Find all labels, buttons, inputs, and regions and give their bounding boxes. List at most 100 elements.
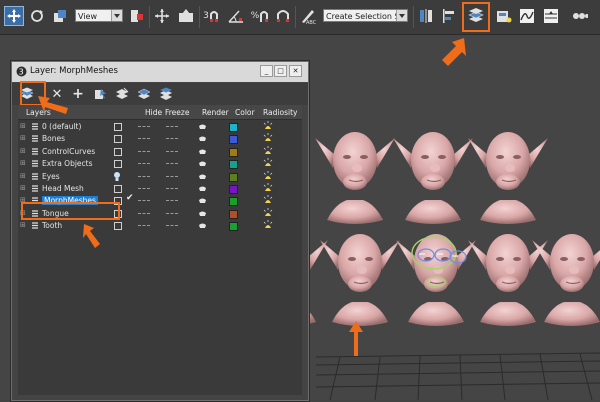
expand-toggle-icon[interactable]: ⊞ bbox=[20, 147, 27, 155]
hide-checkbox[interactable] bbox=[114, 185, 122, 193]
expand-toggle-icon[interactable]: ⊞ bbox=[20, 172, 27, 180]
render-teapot-icon[interactable] bbox=[198, 222, 207, 229]
layer-row[interactable]: ⊞ Eyes bbox=[18, 170, 302, 183]
layer-row[interactable]: ⊞ Tooth bbox=[18, 220, 302, 232]
radiosity-icon[interactable] bbox=[263, 170, 273, 181]
radiosity-icon[interactable] bbox=[263, 145, 273, 156]
render-teapot-icon[interactable] bbox=[198, 135, 207, 142]
hide-checkbox[interactable] bbox=[114, 123, 122, 131]
maximize-button[interactable]: □ bbox=[274, 65, 287, 77]
morph-head-3[interactable] bbox=[467, 131, 549, 225]
percent-snap-toggle-icon[interactable]: % bbox=[250, 6, 270, 26]
layer-name[interactable]: Bones bbox=[42, 134, 65, 143]
column-freeze[interactable]: Freeze bbox=[165, 108, 189, 117]
radiosity-icon[interactable] bbox=[263, 158, 273, 168]
column-render[interactable]: Render bbox=[202, 108, 229, 117]
layer-color-swatch[interactable] bbox=[229, 197, 238, 207]
layer-color-swatch[interactable] bbox=[229, 185, 238, 194]
hide-unhide-all-layers-icon[interactable] bbox=[136, 86, 152, 102]
column-radiosity[interactable]: Radiosity bbox=[263, 108, 297, 117]
layer-color-swatch[interactable] bbox=[229, 135, 238, 145]
freeze-toggle[interactable] bbox=[138, 163, 150, 165]
freeze-toggle[interactable] bbox=[138, 126, 150, 128]
minimize-button[interactable]: _ bbox=[260, 65, 273, 77]
layer-color-swatch[interactable] bbox=[229, 147, 238, 157]
render-teapot-icon[interactable] bbox=[198, 160, 207, 167]
layer-name[interactable]: Tooth bbox=[42, 221, 62, 230]
edit-named-selection-icon[interactable]: ABC bbox=[298, 6, 318, 26]
render-teapot-icon[interactable] bbox=[198, 173, 207, 180]
layer-name[interactable]: Extra Objects bbox=[42, 159, 93, 168]
render-teapot-icon[interactable] bbox=[198, 148, 207, 155]
expand-toggle-icon[interactable]: ⊞ bbox=[20, 222, 27, 229]
column-color[interactable]: Color bbox=[235, 108, 255, 117]
radiosity-icon[interactable] bbox=[263, 207, 273, 218]
expand-toggle-icon[interactable]: ⊞ bbox=[20, 185, 27, 192]
layer-row[interactable]: ⊞ ControlCurves bbox=[18, 145, 302, 158]
hide-checkbox[interactable] bbox=[114, 135, 122, 144]
radiosity-icon[interactable] bbox=[263, 121, 273, 131]
snaps-toggle-icon[interactable]: 3 bbox=[201, 6, 221, 26]
morph-head-1[interactable] bbox=[314, 131, 396, 225]
hide-checkbox[interactable] bbox=[114, 222, 122, 231]
render-teapot-icon[interactable] bbox=[198, 185, 207, 192]
layer-name[interactable]: Head Mesh bbox=[42, 184, 84, 193]
freeze-toggle[interactable] bbox=[138, 212, 150, 215]
pivot-center-icon[interactable] bbox=[127, 6, 147, 26]
layer-row[interactable]: ⊞ Bones bbox=[18, 133, 302, 145]
highlight-selected-layer-icon[interactable] bbox=[114, 86, 130, 102]
mirror-icon[interactable] bbox=[416, 6, 436, 26]
reference-coordinate-select[interactable]: View bbox=[75, 9, 123, 22]
freeze-unfreeze-all-layers-icon[interactable] bbox=[158, 86, 174, 102]
column-hide[interactable]: Hide bbox=[145, 108, 162, 117]
select-and-move-icon[interactable] bbox=[4, 6, 24, 26]
hide-checkbox[interactable] bbox=[114, 147, 122, 156]
freeze-toggle[interactable] bbox=[138, 200, 150, 202]
layer-list[interactable]: Layers Hide Freeze Render Color Radiosit… bbox=[18, 105, 302, 395]
dialog-titlebar[interactable]: 3 Layer: MorphMeshes _ □ ✕ bbox=[12, 62, 308, 82]
graphite-ribbon-icon[interactable] bbox=[494, 6, 514, 26]
freeze-toggle[interactable] bbox=[138, 175, 150, 178]
layer-color-swatch[interactable] bbox=[229, 222, 238, 232]
morph-head-2[interactable] bbox=[392, 131, 474, 225]
layer-name[interactable]: 0 (default) bbox=[42, 122, 81, 131]
named-selection-set-select[interactable]: Create Selection Se bbox=[323, 9, 408, 22]
expand-toggle-icon[interactable]: ⊞ bbox=[20, 135, 27, 142]
freeze-toggle[interactable] bbox=[138, 225, 150, 227]
select-manipulate-icon[interactable] bbox=[152, 6, 172, 26]
close-button[interactable]: ✕ bbox=[289, 65, 302, 77]
layer-row[interactable]: ⊞ Head Mesh bbox=[18, 183, 302, 195]
radiosity-icon[interactable] bbox=[263, 183, 273, 193]
hide-checkbox[interactable] bbox=[114, 160, 122, 169]
layer-row[interactable]: ⊞ Extra Objects bbox=[18, 158, 302, 170]
layer-color-swatch[interactable] bbox=[229, 172, 238, 182]
freeze-toggle[interactable] bbox=[138, 150, 150, 153]
select-objects-in-layer-icon[interactable] bbox=[92, 86, 108, 102]
curve-editor-icon[interactable] bbox=[517, 6, 537, 26]
layer-name[interactable]: ControlCurves bbox=[42, 147, 95, 156]
align-icon[interactable] bbox=[439, 6, 459, 26]
material-editor-icon[interactable] bbox=[570, 6, 590, 26]
hidden-bulb-icon[interactable] bbox=[113, 171, 121, 182]
layer-color-swatch[interactable] bbox=[229, 209, 238, 219]
radiosity-icon[interactable] bbox=[263, 133, 273, 143]
rotate-icon[interactable] bbox=[27, 6, 47, 26]
schematic-view-icon[interactable] bbox=[541, 6, 561, 26]
keyboard-shortcut-override-icon[interactable] bbox=[176, 6, 196, 26]
layer-color-swatch[interactable] bbox=[229, 123, 238, 132]
freeze-toggle[interactable] bbox=[138, 188, 150, 190]
render-teapot-icon[interactable] bbox=[198, 210, 207, 217]
scale-icon[interactable] bbox=[50, 6, 70, 26]
layer-color-swatch[interactable] bbox=[229, 160, 238, 170]
expand-toggle-icon[interactable]: ⊞ bbox=[20, 123, 27, 130]
morph-head-5[interactable] bbox=[319, 233, 401, 327]
render-teapot-icon[interactable] bbox=[198, 123, 207, 130]
add-selected-to-layer-icon[interactable]: + bbox=[70, 86, 86, 102]
radiosity-icon[interactable] bbox=[263, 220, 273, 230]
radiosity-icon[interactable] bbox=[263, 195, 273, 205]
morph-head-7[interactable] bbox=[467, 233, 549, 327]
morph-head-6[interactable] bbox=[395, 233, 477, 327]
expand-toggle-icon[interactable]: ⊞ bbox=[20, 160, 27, 167]
layer-row[interactable]: ⊞ 0 (default) bbox=[18, 121, 302, 133]
freeze-toggle[interactable] bbox=[138, 138, 150, 140]
